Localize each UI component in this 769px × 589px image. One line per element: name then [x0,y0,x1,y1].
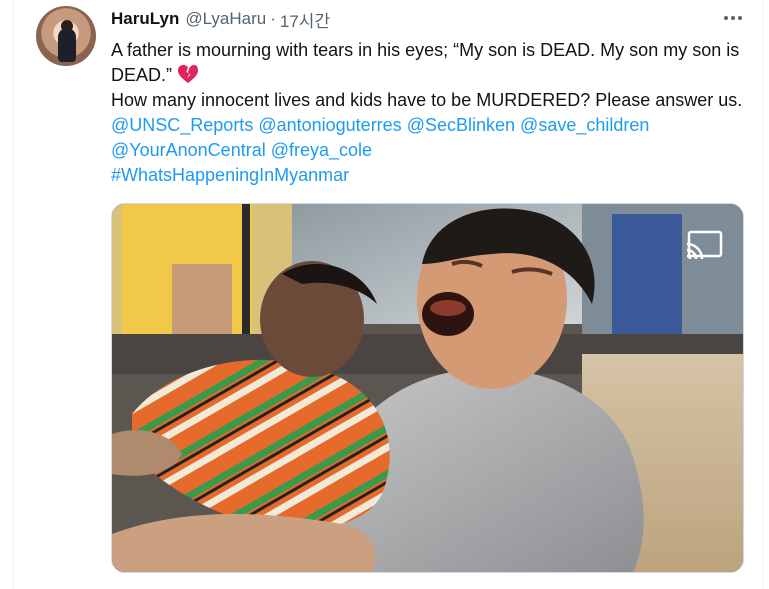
mention-save-children[interactable]: @save_children [520,115,649,135]
display-name[interactable]: HaruLyn [111,9,179,29]
avatar-figure [58,28,76,62]
video-player[interactable] [111,203,744,573]
hashtag-link[interactable]: #WhatsHappeningInMyanmar [111,165,349,185]
broken-heart-icon [178,64,199,84]
mention-antonioguterres[interactable]: @antonioguterres [258,115,401,135]
separator-dot: · [270,9,276,28]
mention-youranoncentral[interactable]: @YourAnonCentral [111,140,266,160]
mention-freya-cole[interactable]: @freya_cole [271,140,372,160]
tweet-line-1: A father is mourning with tears in his e… [111,40,740,85]
mention-secblinken[interactable]: @SecBlinken [407,115,515,135]
avatar[interactable] [36,6,96,66]
mention-unsc[interactable]: @UNSC_Reports [111,115,253,135]
timestamp[interactable]: 17시간 [280,7,330,32]
more-dot [738,16,742,20]
user-handle[interactable]: @LyaHaru [185,9,266,29]
timeline-border-left [13,0,14,589]
tweet-text: A father is mourning with tears in his e… [111,38,751,188]
timeline-border-right [763,0,764,589]
tweet-header: HaruLyn @LyaHaru · 17시간 [111,7,330,31]
more-dot [731,16,735,20]
cast-icon[interactable] [684,229,724,259]
video-frame [112,204,743,572]
more-horizontal-icon [724,16,728,20]
more-options-button[interactable] [716,6,750,30]
tweet-line-2: How many innocent lives and kids have to… [111,90,743,110]
